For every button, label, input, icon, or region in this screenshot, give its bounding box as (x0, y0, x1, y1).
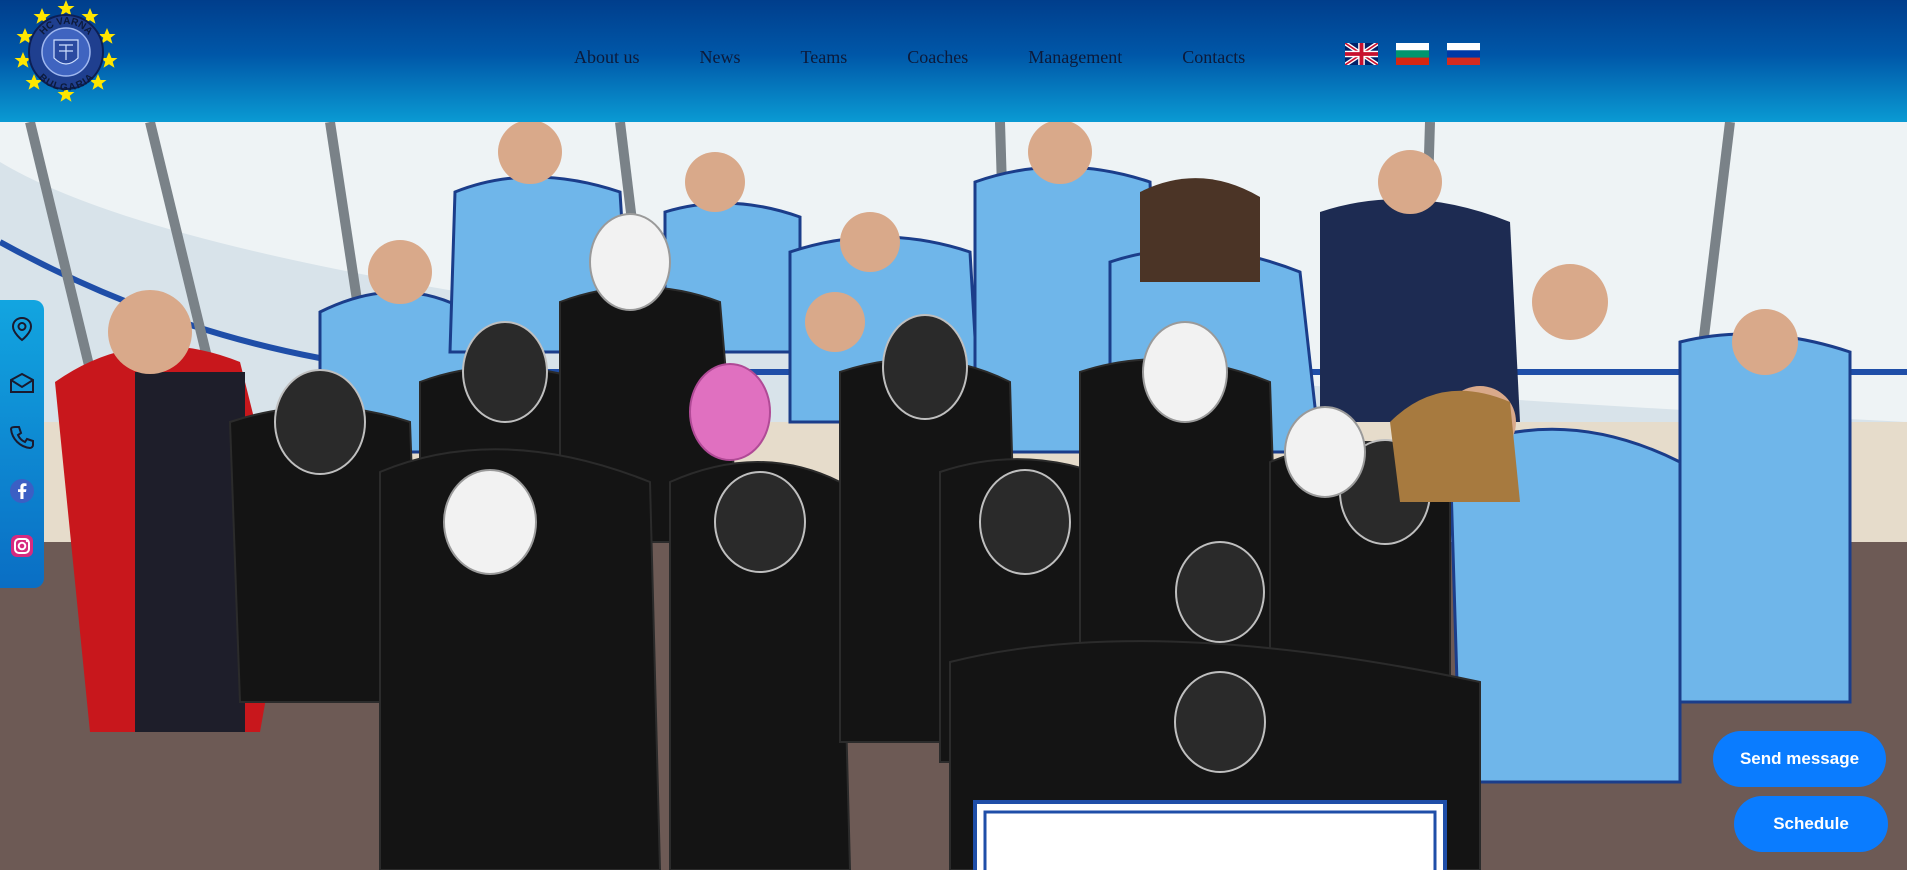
bulgaria-flag-icon[interactable] (1396, 43, 1429, 65)
instagram-icon[interactable] (8, 533, 36, 559)
nav-teams[interactable]: Teams (801, 47, 848, 68)
phone-icon[interactable] (8, 425, 36, 450)
location-pin-icon[interactable] (8, 316, 36, 342)
main-nav: About us News Teams Coaches Management C… (574, 47, 1245, 68)
nav-news[interactable]: News (700, 47, 741, 68)
site-header: HC VARNA BULGARIA About us News Teams Co… (0, 0, 1907, 122)
nav-about-us[interactable]: About us (574, 47, 640, 68)
nav-coaches[interactable]: Coaches (907, 47, 968, 68)
club-logo-emblem: HC VARNA BULGARIA (14, 0, 118, 102)
russia-flag-icon[interactable] (1447, 43, 1480, 65)
social-sidebar (0, 300, 44, 588)
nav-management[interactable]: Management (1028, 47, 1122, 68)
team-photo (0, 122, 1907, 870)
nav-contacts[interactable]: Contacts (1182, 47, 1245, 68)
language-switcher (1345, 43, 1480, 65)
team-photo-illustration (0, 122, 1907, 870)
schedule-button[interactable]: Schedule (1734, 796, 1888, 852)
uk-flag-icon[interactable] (1345, 43, 1378, 65)
send-message-button[interactable]: Send message (1713, 731, 1886, 787)
envelope-icon[interactable] (8, 371, 36, 396)
facebook-icon[interactable] (8, 478, 36, 504)
club-logo[interactable]: HC VARNA BULGARIA (12, 0, 120, 104)
